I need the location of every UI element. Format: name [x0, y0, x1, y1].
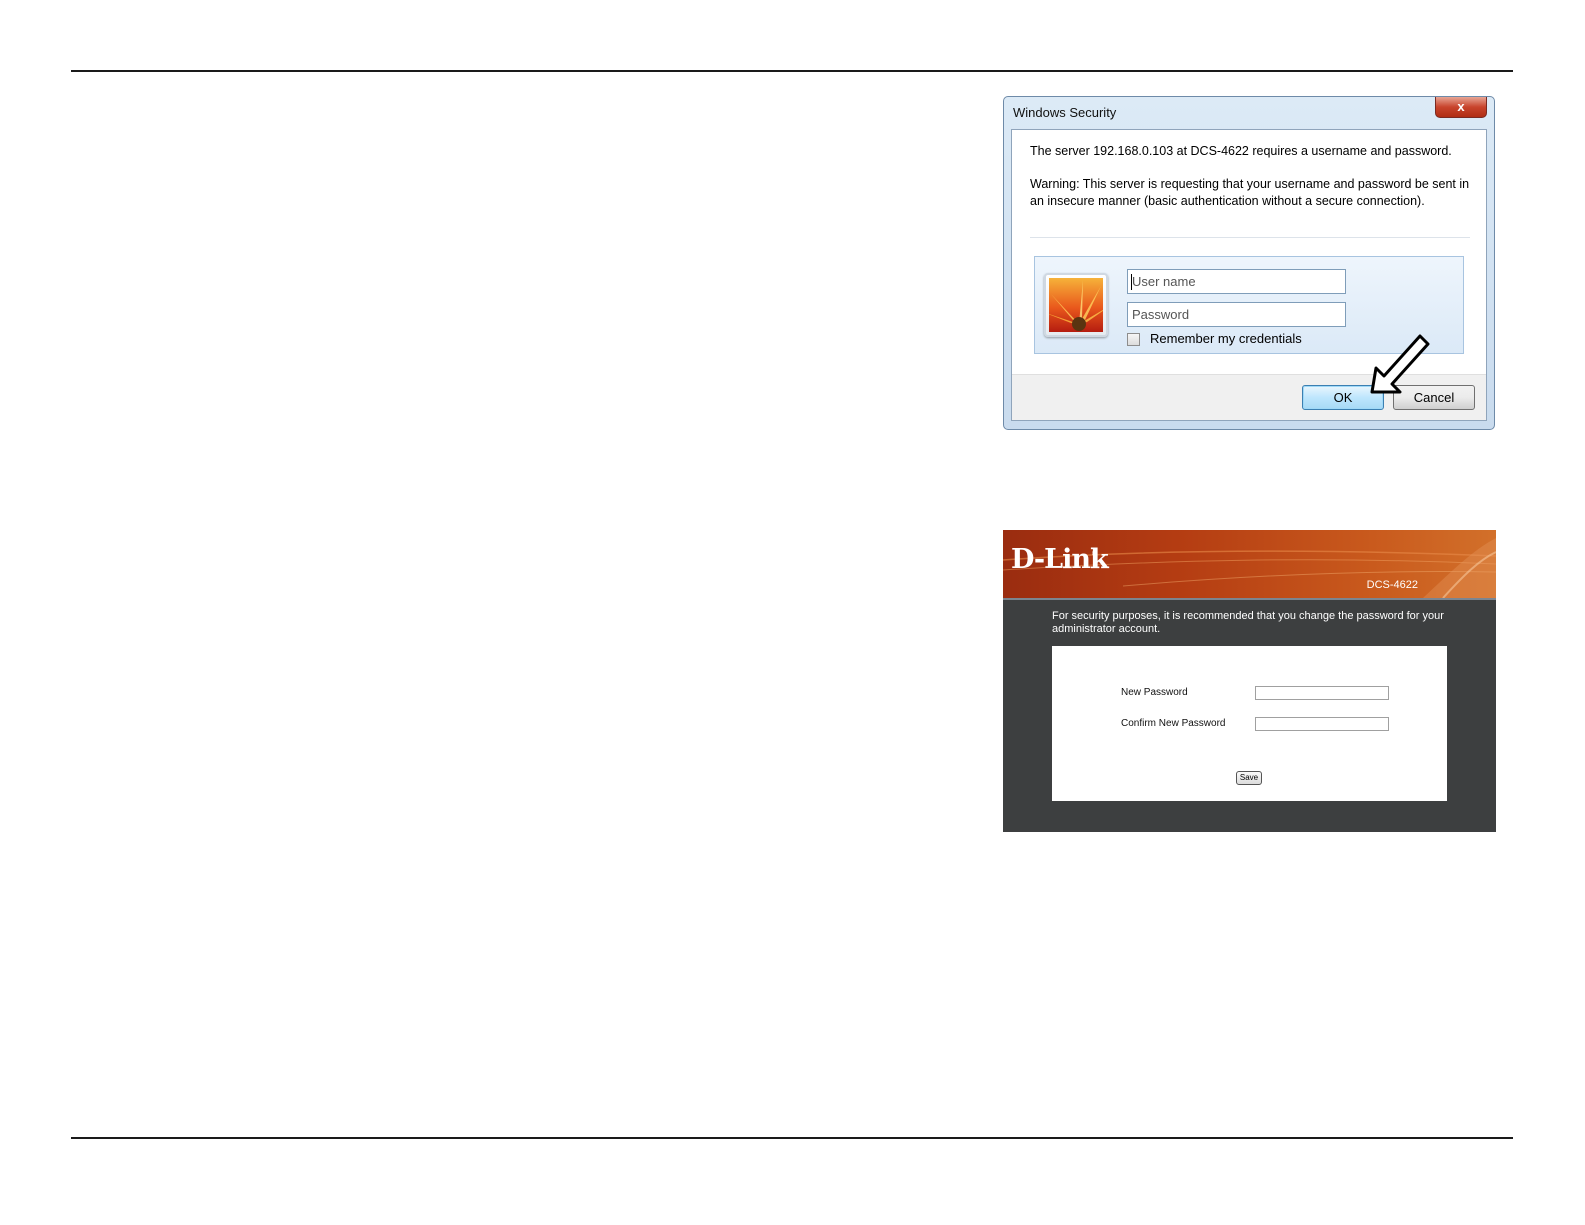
security-notice: For security purposes, it is recommended…	[1052, 610, 1444, 635]
header-divider	[1003, 598, 1496, 600]
close-icon: x	[1457, 99, 1465, 114]
save-button[interactable]: Save	[1236, 771, 1262, 785]
remember-credentials-label[interactable]: Remember my credentials	[1150, 331, 1302, 346]
password-placeholder: Password	[1132, 307, 1190, 322]
server-message: The server 192.168.0.103 at DCS-4622 req…	[1030, 144, 1452, 158]
user-tile-icon	[1044, 273, 1108, 337]
confirm-password-label: Confirm New Password	[1121, 718, 1226, 729]
new-password-label: New Password	[1121, 687, 1188, 698]
username-placeholder: User name	[1132, 274, 1196, 289]
dlink-logo: D-Link	[1011, 544, 1109, 575]
model-name: DCS-4622	[1366, 579, 1418, 591]
password-form: New Password Confirm New Password Save	[1052, 646, 1447, 801]
arrow-pointer-icon	[1370, 334, 1430, 394]
top-rule	[71, 70, 1513, 72]
remember-credentials-checkbox[interactable]	[1127, 333, 1140, 346]
warning-message: Warning: This server is requesting that …	[1030, 177, 1470, 208]
username-input[interactable]: User name	[1127, 269, 1346, 294]
dlink-password-page: D-Link ® DCS-4622 For security purposes,…	[1003, 530, 1496, 832]
confirm-password-input[interactable]	[1255, 717, 1389, 731]
dialog-title: Windows Security	[1013, 105, 1117, 120]
new-password-input[interactable]	[1255, 686, 1389, 700]
bottom-rule	[71, 1137, 1513, 1139]
close-button[interactable]: x	[1435, 97, 1487, 118]
text-caret	[1131, 274, 1132, 290]
registered-mark: ®	[1091, 550, 1098, 558]
divider	[1030, 237, 1470, 238]
password-input[interactable]: Password	[1127, 302, 1346, 327]
dlink-header: D-Link ® DCS-4622	[1003, 530, 1496, 598]
